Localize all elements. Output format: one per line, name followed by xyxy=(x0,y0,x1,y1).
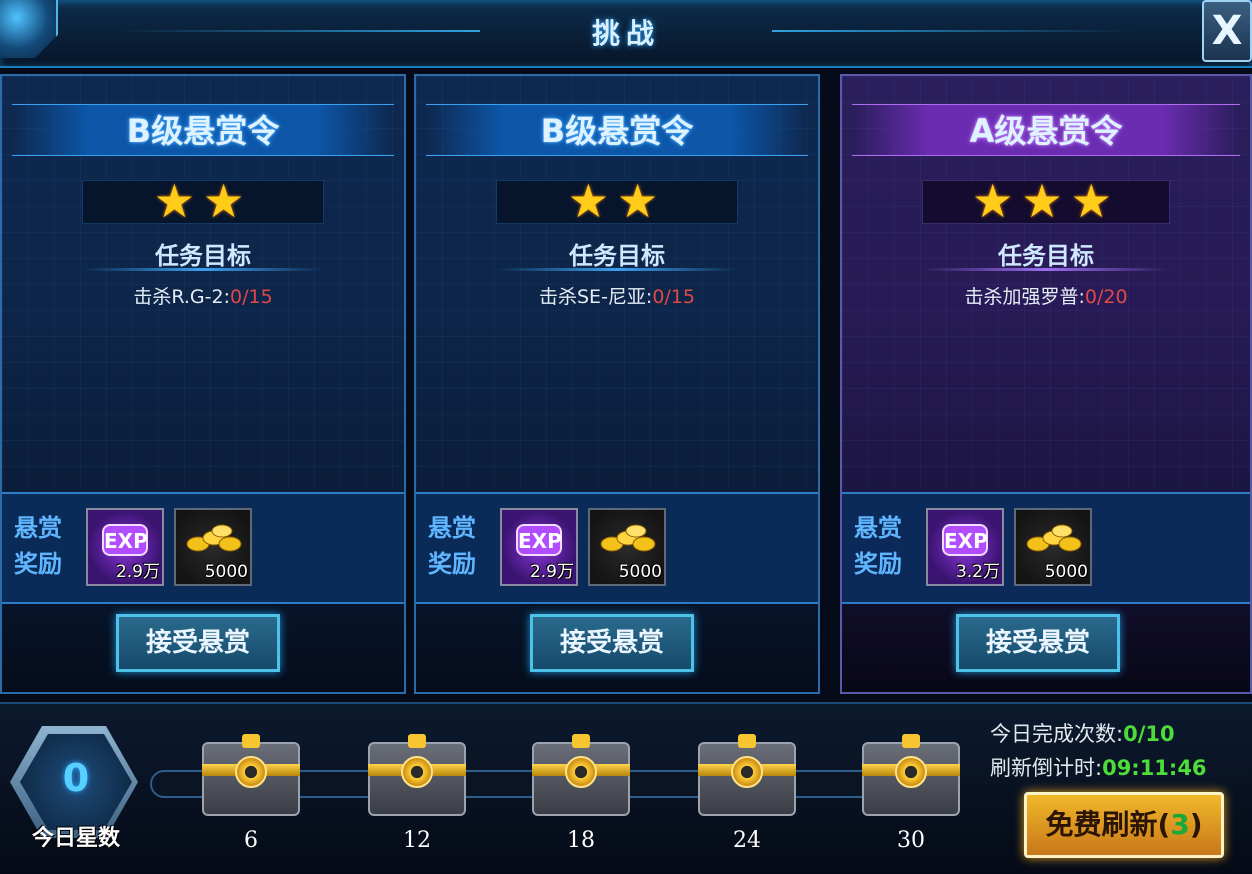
refresh-countdown-value: 09:11:46 xyxy=(1102,756,1207,780)
accept-bounty-button[interactable]: 接受悬赏 xyxy=(530,614,694,672)
close-button[interactable]: X xyxy=(1202,0,1252,62)
star-rating-icon: ★★ xyxy=(153,174,253,228)
exp-icon: EXP xyxy=(102,524,148,556)
objective-progress: 0/15 xyxy=(652,286,695,308)
accept-bounty-button[interactable]: 接受悬赏 xyxy=(956,614,1120,672)
gold-quantity: 5000 xyxy=(204,562,248,582)
objective-label: 任务目标 xyxy=(155,242,251,270)
exp-reward-item[interactable]: EXP 2.9万 xyxy=(86,508,164,586)
bounty-card-2: B级悬赏令 ★★ 任务目标 击杀SE-尼亚:0/15 悬赏 奖励 EXP 2.9… xyxy=(414,74,820,694)
reward-label-line1: 悬赏 xyxy=(14,514,62,542)
chest-threshold: 6 xyxy=(244,828,258,853)
reward-label-line2: 奖励 xyxy=(14,550,62,578)
star-count-value: 0 xyxy=(62,756,90,800)
star-rating-icon: ★★★ xyxy=(972,174,1120,228)
free-refresh-close: ) xyxy=(1189,808,1203,841)
bounty-card-3: A级悬赏令 ★★★ 任务目标 击杀加强罗普:0/20 悬赏 奖励 EXP 3.2… xyxy=(840,74,1252,694)
gold-quantity: 5000 xyxy=(618,562,662,582)
objective-text: 击杀R.G-2:0/15 xyxy=(2,282,404,309)
objective-label: 任务目标 xyxy=(998,242,1094,270)
star-count-label: 今日星数 xyxy=(31,826,120,851)
objective-target: 击杀R.G-2: xyxy=(133,286,230,308)
chest-lock-icon xyxy=(565,756,597,788)
daily-completion-stat: 今日完成次数:0/10 xyxy=(990,718,1175,748)
chest-latch xyxy=(408,734,426,748)
chest-lock-icon xyxy=(731,756,763,788)
free-refresh-count: 3 xyxy=(1170,808,1190,841)
chest-lock-icon xyxy=(895,756,927,788)
chest-lock-icon xyxy=(401,756,433,788)
gold-coins-icon xyxy=(186,524,242,552)
reward-strip: 悬赏 奖励 EXP 3.2万 5000 xyxy=(842,492,1250,604)
star-rating-icon: ★★ xyxy=(567,174,667,228)
reward-chest-2[interactable] xyxy=(368,734,466,816)
objective-label: 任务目标 xyxy=(569,242,665,270)
reward-chest-5[interactable] xyxy=(862,734,960,816)
chest-latch xyxy=(738,734,756,748)
exp-quantity: 2.9万 xyxy=(115,562,160,582)
daily-progress-bar: 0 今日星数 6 12 18 24 30 今日完成次数:0/10 刷新倒计时:0… xyxy=(0,702,1252,874)
objective-progress: 0/15 xyxy=(229,286,273,308)
chest-latch xyxy=(572,734,590,748)
reward-label: 悬赏 奖励 xyxy=(428,510,492,582)
gold-coins-icon xyxy=(1026,524,1082,552)
gold-coins-icon xyxy=(600,524,656,552)
reward-strip: 悬赏 奖励 EXP 2.9万 5000 xyxy=(2,492,404,604)
refresh-countdown-stat: 刷新倒计时:09:11:46 xyxy=(990,752,1207,782)
objective-target: 击杀SE-尼亚: xyxy=(539,286,653,308)
reward-label-line1: 悬赏 xyxy=(854,514,902,542)
objective-progress: 0/20 xyxy=(1084,286,1128,308)
reward-label-line2: 奖励 xyxy=(854,550,902,578)
refresh-countdown-label: 刷新倒计时: xyxy=(990,756,1103,780)
chest-lock-icon xyxy=(235,756,267,788)
accept-bounty-button[interactable]: 接受悬赏 xyxy=(116,614,280,672)
gold-reward-item[interactable]: 5000 xyxy=(174,508,252,586)
chest-latch xyxy=(242,734,260,748)
gold-reward-item[interactable]: 5000 xyxy=(588,508,666,586)
exp-icon: EXP xyxy=(516,524,562,556)
reward-chest-4[interactable] xyxy=(698,734,796,816)
exp-reward-item[interactable]: EXP 3.2万 xyxy=(926,508,1004,586)
exp-icon: EXP xyxy=(942,524,988,556)
bounty-title: B级悬赏令 xyxy=(126,112,280,150)
objective-text: 击杀SE-尼亚:0/15 xyxy=(416,282,818,309)
gold-reward-item[interactable]: 5000 xyxy=(1014,508,1092,586)
page-title: 挑战 xyxy=(591,17,660,50)
reward-chest-3[interactable] xyxy=(532,734,630,816)
chest-threshold: 18 xyxy=(567,828,595,853)
reward-label-line1: 悬赏 xyxy=(428,514,476,542)
objective-divider xyxy=(82,268,324,271)
reward-strip: 悬赏 奖励 EXP 2.9万 5000 xyxy=(416,492,818,604)
objective-divider xyxy=(922,268,1170,271)
exp-quantity: 2.9万 xyxy=(529,562,574,582)
reward-label: 悬赏 奖励 xyxy=(14,510,78,582)
chest-threshold: 30 xyxy=(897,828,925,853)
daily-completion-label: 今日完成次数: xyxy=(990,722,1124,746)
reward-chest-1[interactable] xyxy=(202,734,300,816)
objective-divider xyxy=(496,268,738,271)
bounty-title: B级悬赏令 xyxy=(540,112,694,150)
free-refresh-label: 免费刷新( xyxy=(1045,808,1171,841)
free-refresh-button[interactable]: 免费刷新(3) xyxy=(1024,792,1224,858)
gold-quantity: 5000 xyxy=(1044,562,1088,582)
bounty-title: A级悬赏令 xyxy=(969,112,1123,150)
reward-label: 悬赏 奖励 xyxy=(854,510,918,582)
objective-text: 击杀加强罗普:0/20 xyxy=(842,282,1250,309)
title-bar: 挑战 X xyxy=(0,0,1252,68)
bounty-card-1: B级悬赏令 ★★ 任务目标 击杀R.G-2:0/15 悬赏 奖励 EXP 2.9… xyxy=(0,74,406,694)
chest-threshold: 24 xyxy=(733,828,761,853)
exp-reward-item[interactable]: EXP 2.9万 xyxy=(500,508,578,586)
chest-threshold: 12 xyxy=(403,828,431,853)
exp-quantity: 3.2万 xyxy=(955,562,1000,582)
reward-label-line2: 奖励 xyxy=(428,550,476,578)
chest-latch xyxy=(902,734,920,748)
daily-completion-value: 0/10 xyxy=(1123,722,1175,746)
objective-target: 击杀加强罗普: xyxy=(964,286,1085,308)
